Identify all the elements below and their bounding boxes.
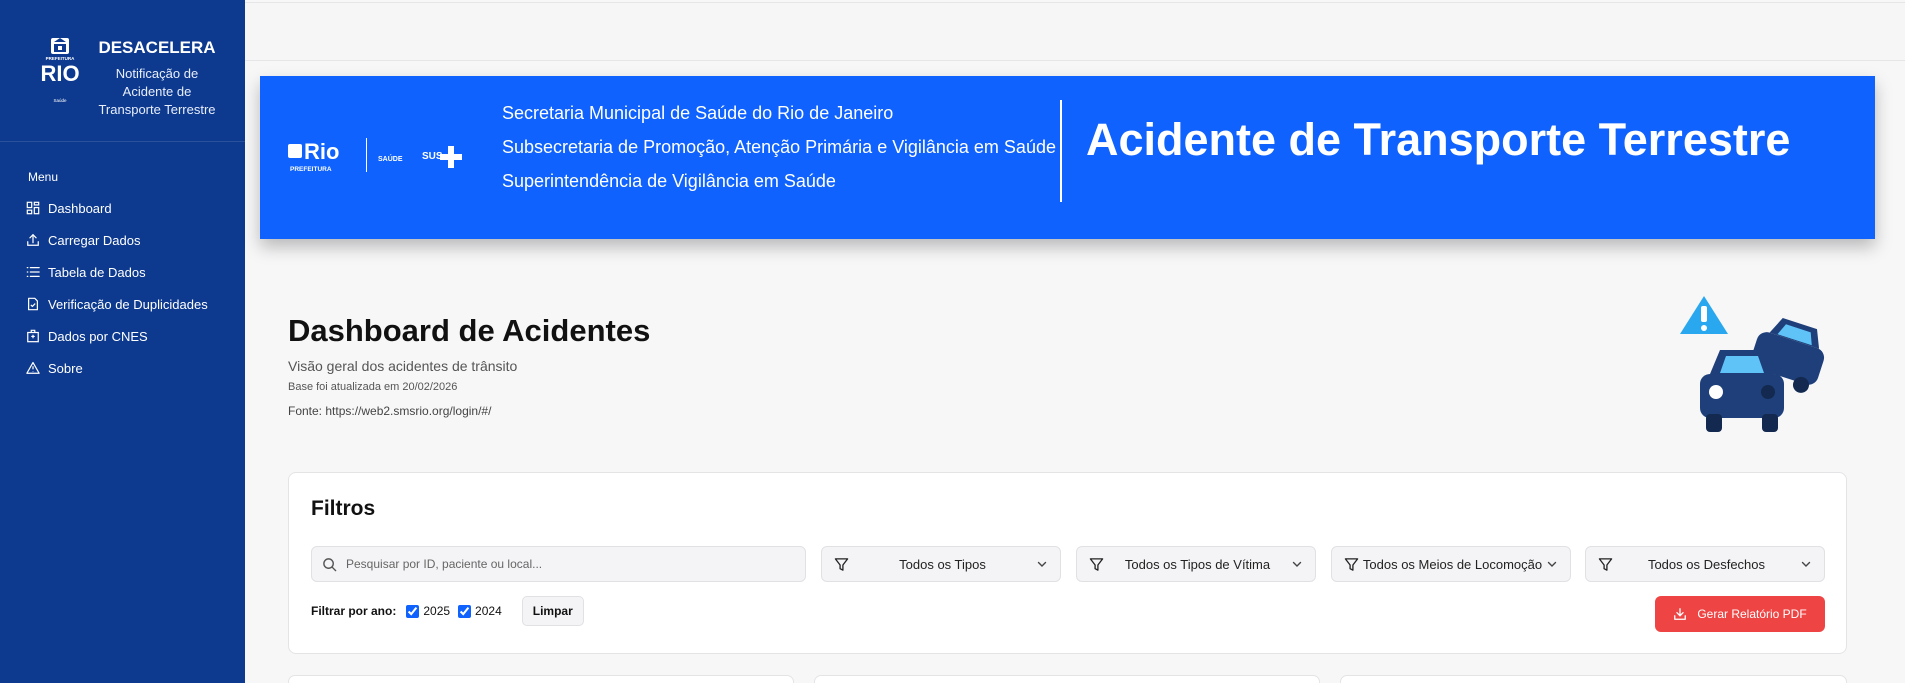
locomocao-filter-select[interactable]: Todos os Meios de Locomoção <box>1331 546 1571 582</box>
generate-pdf-button[interactable]: Gerar Relatório PDF <box>1655 596 1825 632</box>
svg-text:RIO: RIO <box>40 61 79 86</box>
sidebar-item-carregar-dados[interactable]: Carregar Dados <box>0 224 245 256</box>
filter-icon <box>1344 557 1359 571</box>
sidebar-item-label: Carregar Dados <box>48 232 141 248</box>
sidebar-item-label: Tabela de Dados <box>48 264 146 280</box>
car-accident-illustration <box>1680 296 1825 432</box>
sidebar-item-label: Sobre <box>48 360 83 376</box>
chevron-down-icon <box>1037 561 1047 567</box>
top-bar <box>245 2 1905 61</box>
layout-grid-icon <box>26 201 40 215</box>
year-2024-label: 2024 <box>475 604 502 618</box>
sidebar-item-label: Dados por CNES <box>48 328 148 344</box>
banner-divider <box>1060 100 1062 202</box>
desfecho-filter-select[interactable]: Todos os Desfechos <box>1585 546 1825 582</box>
banner-title: Acidente de Transporte Terrestre <box>1086 114 1791 165</box>
menu-label: Menu <box>28 170 59 184</box>
year-2025-label: 2025 <box>423 604 451 618</box>
sidebar-menu: Dashboard Carregar Dados Tabela de Dados… <box>0 192 245 384</box>
rio-saude-sus-logos: Rio PREFEITURA SAÚDE SUS <box>288 138 462 173</box>
svg-text:SUS: SUS <box>422 151 443 162</box>
sidebar-item-label: Verificação de Duplicidades <box>48 296 208 312</box>
search-input[interactable] <box>346 547 796 581</box>
select-value: Todos os Tipos <box>899 556 986 572</box>
filter-icon <box>834 557 849 571</box>
sidebar-brand: PREFEITURA RIO Saúde DESACELERA Notifica… <box>0 0 245 142</box>
chevron-down-icon <box>1801 561 1811 567</box>
app-title: DESACELERA <box>98 38 216 57</box>
upload-icon <box>27 233 39 246</box>
last-updated-text: Base foi atualizada em 20/02/2026 <box>288 381 458 393</box>
svg-text:SAÚDE: SAÚDE <box>378 154 403 163</box>
banner-org-lines: Secretaria Municipal de Saúde do Rio de … <box>502 96 1056 198</box>
search-box[interactable] <box>311 546 806 582</box>
sidebar-item-tabela-de-dados[interactable]: Tabela de Dados <box>0 256 245 288</box>
svg-text:PREFEITURA: PREFEITURA <box>290 166 332 173</box>
list-icon <box>26 267 40 277</box>
sidebar-item-dashboard[interactable]: Dashboard <box>0 192 245 224</box>
generate-pdf-label: Gerar Relatório PDF <box>1697 607 1807 621</box>
search-icon <box>323 558 337 572</box>
banner-line-subsecretaria: Subsecretaria de Promoção, Atenção Primá… <box>502 137 1056 157</box>
prefeitura-rio-logo: PREFEITURA RIO Saúde <box>40 38 80 103</box>
download-icon <box>1674 608 1687 620</box>
sidebar: PREFEITURA RIO Saúde DESACELERA Notifica… <box>0 0 245 683</box>
svg-text:Rio: Rio <box>304 139 339 164</box>
year-2024-option[interactable]: 2024 <box>458 604 502 618</box>
chevron-down-icon <box>1547 561 1557 567</box>
select-value: Todos os Desfechos <box>1647 556 1766 572</box>
source-text: Fonte: https://web2.smsrio.org/login/#/ <box>288 404 492 418</box>
stat-card <box>1340 675 1847 683</box>
select-value: Todos os Tipos de Vítima <box>1124 556 1271 572</box>
filters-card: Filtros Todos os Tipos Todos os Tipos de… <box>288 472 1847 654</box>
page-subtitle: Visão geral dos acidentes de trânsito <box>288 358 518 374</box>
select-value: Todos os Meios de Locomoção <box>1362 556 1543 572</box>
app-subtitle: Notificação de Acidente de Transporte Te… <box>98 66 216 117</box>
header-banner: Rio PREFEITURA SAÚDE SUS Secretaria Muni… <box>260 76 1875 239</box>
tipo-filter-select[interactable]: Todos os Tipos <box>821 546 1061 582</box>
filter-icon <box>1089 557 1104 571</box>
banner-line-secretaria: Secretaria Municipal de Saúde do Rio de … <box>502 103 894 123</box>
stat-card <box>814 675 1320 683</box>
vitima-filter-select[interactable]: Todos os Tipos de Vítima <box>1076 546 1316 582</box>
sidebar-item-dados-por-cnes[interactable]: Dados por CNES <box>0 320 245 352</box>
alert-triangle-icon <box>26 361 40 374</box>
chevron-down-icon <box>1292 561 1302 567</box>
sidebar-item-sobre[interactable]: Sobre <box>0 352 245 384</box>
sidebar-item-verificacao-duplicidades[interactable]: Verificação de Duplicidades <box>0 288 245 320</box>
year-2024-checkbox[interactable] <box>458 604 472 618</box>
year-2025-option[interactable]: 2025 <box>406 604 450 618</box>
year-filter-row: Filtrar por ano: 2025 2024 Limpar <box>311 596 584 626</box>
year-2025-checkbox[interactable] <box>406 604 420 618</box>
file-check-icon <box>28 297 38 311</box>
banner-line-superintendencia: Superintendência de Vigilância em Saúde <box>502 171 836 191</box>
page-title: Dashboard de Acidentes <box>288 313 651 348</box>
year-filter-label: Filtrar por ano: <box>311 604 397 618</box>
stat-card <box>288 675 794 683</box>
clear-filters-button[interactable]: Limpar <box>521 596 584 626</box>
svg-text:Saúde: Saúde <box>53 98 67 103</box>
filter-icon <box>1598 557 1613 571</box>
hospital-icon <box>27 329 39 343</box>
sidebar-item-label: Dashboard <box>48 200 112 216</box>
filters-title: Filtros <box>311 497 376 520</box>
